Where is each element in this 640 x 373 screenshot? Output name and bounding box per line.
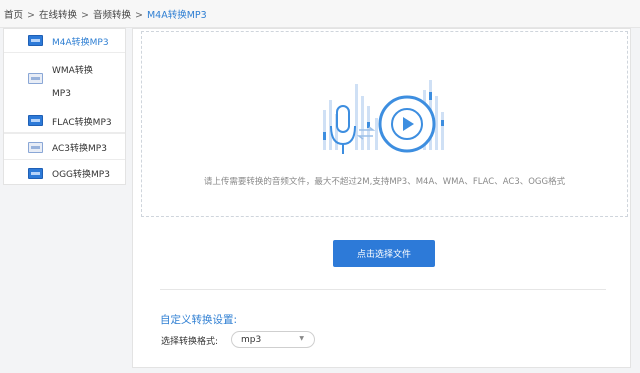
upload-hint: 请上传需要转换的音频文件，最大不超过2M,支持MP3、M4A、WMA、FLAC、… bbox=[203, 177, 566, 187]
format-select[interactable]: mp3 ▼ bbox=[231, 331, 315, 348]
sidebar-item-label: FLAC转换MP3 bbox=[52, 118, 112, 128]
breadcrumb-audio-convert[interactable]: 音频转换 bbox=[93, 7, 131, 21]
select-file-button[interactable]: 点击选择文件 bbox=[333, 240, 435, 267]
format-label: 选择转换格式: bbox=[161, 337, 219, 347]
sidebar-item-label: AC3转换MP3 bbox=[52, 144, 107, 154]
sidebar-item-label: M4A转换MP3 bbox=[52, 38, 109, 48]
breadcrumb: 首页 > 在线转换 > 音频转换 > M4A转换MP3 bbox=[4, 7, 207, 21]
sidebar-item-ogg-mp3[interactable]: OGG转换MP3 bbox=[4, 160, 125, 185]
flac-file-icon bbox=[28, 115, 43, 126]
breadcrumb-online-convert[interactable]: 在线转换 bbox=[39, 7, 77, 21]
sidebar-item-m4a-mp3[interactable]: M4A转换MP3 bbox=[4, 29, 125, 53]
upload-dropzone[interactable]: 请上传需要转换的音频文件，最大不超过2M,支持MP3、M4A、WMA、FLAC、… bbox=[141, 31, 628, 217]
top-bar: 首页 > 在线转换 > 音频转换 > M4A转换MP3 bbox=[0, 0, 640, 28]
m4a-file-icon bbox=[28, 35, 43, 46]
microphone-icon bbox=[330, 105, 356, 154]
settings-title: 自定义转换设置: bbox=[160, 314, 238, 326]
ogg-file-icon bbox=[28, 168, 43, 179]
wma-file-icon bbox=[28, 73, 43, 84]
divider bbox=[160, 289, 606, 290]
ac3-file-icon bbox=[28, 142, 43, 153]
breadcrumb-separator: > bbox=[81, 10, 89, 21]
audio-convert-illustration bbox=[323, 80, 444, 154]
caret-down-icon: ▼ bbox=[299, 335, 304, 342]
sidebar-item-label: WMA转换 bbox=[52, 66, 93, 76]
sidebar-item-label-line2: MP3 bbox=[52, 89, 71, 99]
sidebar-item-flac-mp3[interactable]: FLAC转换MP3 bbox=[4, 107, 125, 134]
breadcrumb-current: M4A转换MP3 bbox=[146, 10, 207, 21]
sidebar: M4A转换MP3 WMA转换 MP3 FLAC转换MP3 AC3转换MP3 OG… bbox=[3, 28, 126, 185]
breadcrumb-separator: > bbox=[27, 10, 35, 21]
play-circle-icon bbox=[378, 95, 436, 153]
sidebar-item-ac3-mp3[interactable]: AC3转换MP3 bbox=[4, 134, 125, 160]
breadcrumb-separator: > bbox=[134, 10, 143, 21]
sidebar-item-label: OGG转换MP3 bbox=[52, 170, 110, 180]
format-select-value: mp3 bbox=[241, 335, 262, 345]
breadcrumb-home[interactable]: 首页 bbox=[4, 7, 23, 21]
